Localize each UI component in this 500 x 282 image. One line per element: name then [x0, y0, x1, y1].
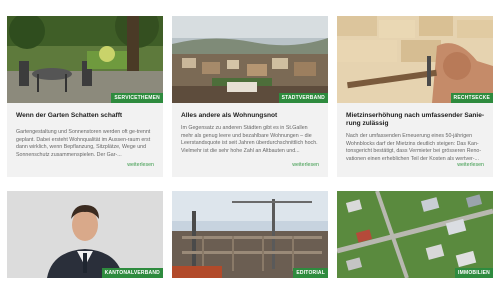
- article-image-aerial[interactable]: IMMOBILIEN: [337, 191, 493, 278]
- read-more-link[interactable]: weiterlesen: [457, 162, 484, 168]
- article-image-renovation[interactable]: RECHTSECKE: [337, 16, 493, 103]
- category-badge[interactable]: SERVICETHEMEN: [111, 93, 163, 103]
- article-title[interactable]: Alles andere als Wohnungsnot: [181, 112, 320, 120]
- article-card-rent[interactable]: RECHTSECKE Mietzinserhöhung nach umfasse…: [337, 16, 493, 177]
- article-excerpt: Im Gegensatz zu anderen Städten gibt es …: [181, 125, 318, 154]
- article-title[interactable]: Wenn der Garten Schatten schafft: [16, 112, 155, 120]
- article-excerpt: Nach der umfassenden Erneuerung eines 50…: [346, 133, 482, 162]
- category-badge[interactable]: RECHTSECKE: [450, 93, 493, 103]
- read-more-link[interactable]: weiterlesen: [292, 162, 319, 168]
- article-excerpt: Gartengestaltung und Sonnenstoren werden…: [16, 129, 151, 158]
- category-badge[interactable]: IMMOBILIEN: [455, 268, 493, 278]
- article-image-city[interactable]: STADTVERBAND: [172, 16, 328, 103]
- article-card-construction[interactable]: EDITORIAL: [172, 191, 328, 282]
- category-badge[interactable]: KANTONALVERBAND: [101, 268, 163, 278]
- article-card-garden[interactable]: SERVICETHEMEN Wenn der Garten Schatten s…: [7, 16, 163, 177]
- category-badge[interactable]: EDITORIAL: [293, 268, 328, 278]
- article-image-portrait[interactable]: KANTONALVERBAND: [7, 191, 163, 278]
- read-more-link[interactable]: weiterlesen: [127, 162, 154, 168]
- article-image-garden[interactable]: SERVICETHEMEN: [7, 16, 163, 103]
- article-card-portrait[interactable]: KANTONALVERBAND: [7, 191, 163, 282]
- article-title[interactable]: Mietzinserhöhung nach umfassender Sanie-…: [346, 112, 485, 128]
- article-image-construction[interactable]: EDITORIAL: [172, 191, 328, 278]
- category-badge[interactable]: STADTVERBAND: [278, 93, 328, 103]
- article-card-housing[interactable]: STADTVERBAND Alles andere als Wohnungsno…: [172, 16, 328, 177]
- article-card-realestate[interactable]: IMMOBILIEN: [337, 191, 493, 282]
- article-grid: SERVICETHEMEN Wenn der Garten Schatten s…: [7, 16, 493, 282]
